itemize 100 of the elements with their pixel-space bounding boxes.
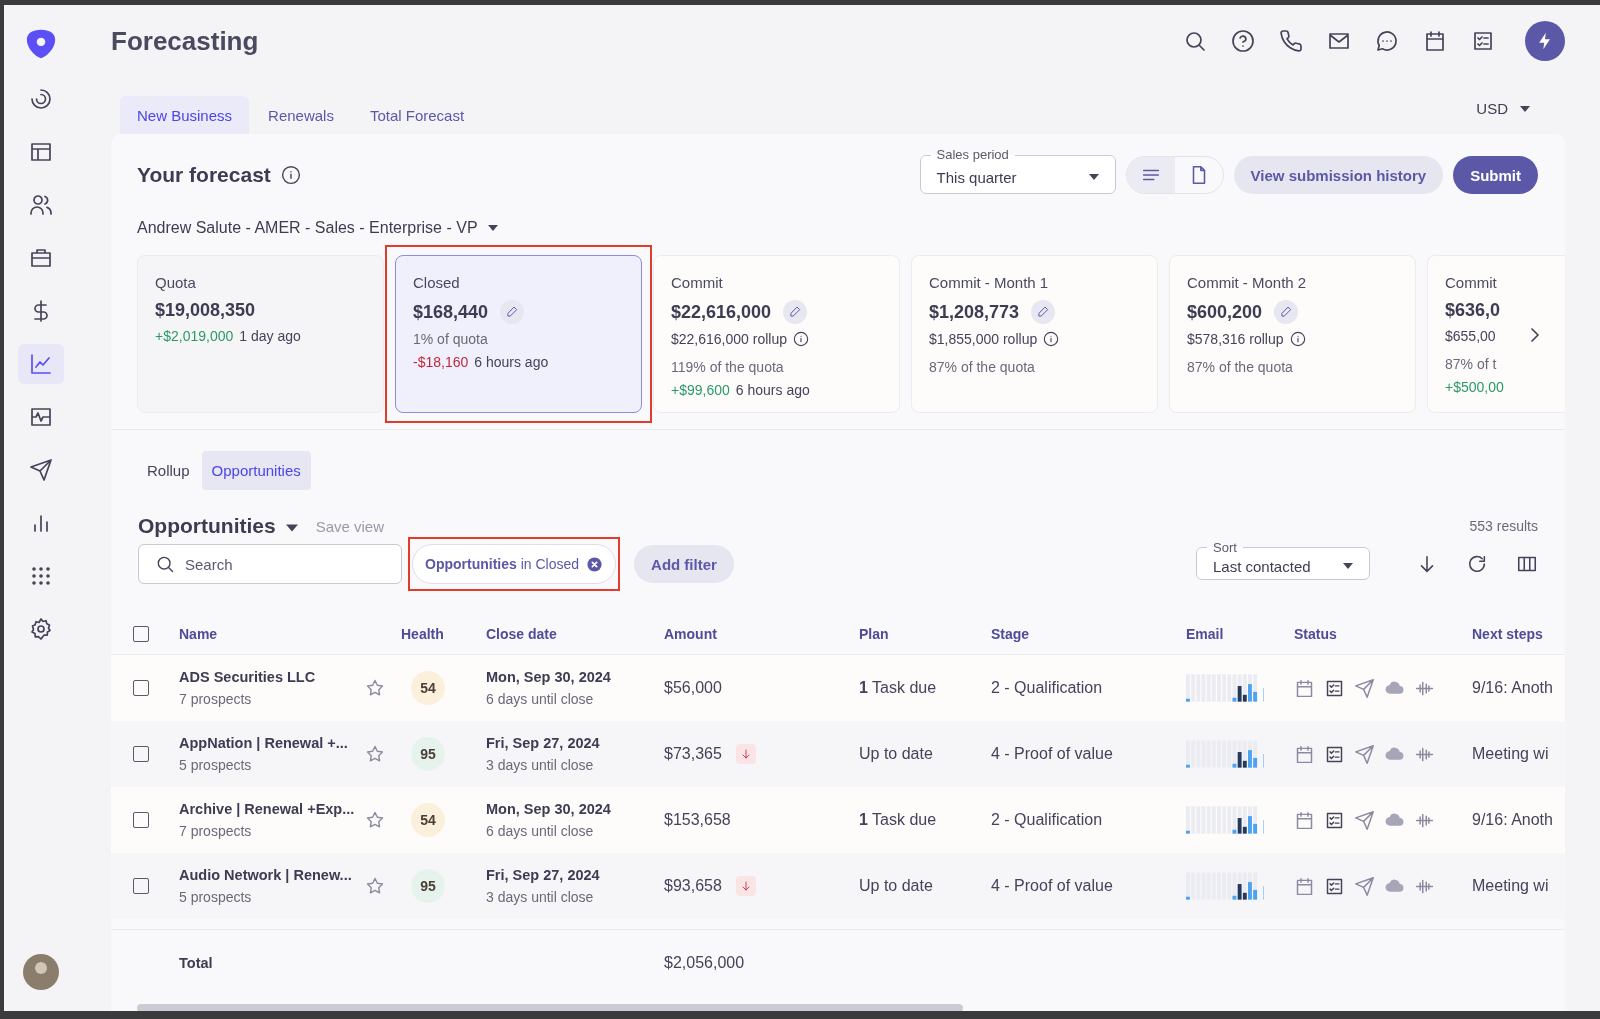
scrollbar[interactable] — [137, 1004, 963, 1011]
health-score: 95 — [411, 869, 445, 903]
quota-note: 87% of the quota — [1187, 359, 1294, 375]
info-icon[interactable] — [793, 331, 809, 347]
stage: 2 - Qualification — [991, 679, 1104, 697]
info-icon[interactable] — [1289, 331, 1306, 347]
chart-icon — [29, 352, 53, 376]
card-label: Closed — [413, 274, 461, 291]
prospect-count: 5 prospects — [179, 757, 253, 773]
tab[interactable]: Opportunities — [201, 451, 311, 490]
edit-button[interactable] — [1031, 300, 1056, 324]
forecast-card[interactable]: Commit - Month 1 $1,208,773 $1,855,000 rollup 87% of the quota — [911, 255, 1158, 413]
forecast-card[interactable]: Closed $168,440 1% of quota -$18,160 6 hours ago — [395, 255, 642, 413]
column-header[interactable]: Status — [1294, 626, 1472, 642]
phone-icon[interactable] — [1279, 29, 1303, 53]
edit-button[interactable] — [1274, 300, 1299, 324]
submit-button[interactable]: Submit — [1453, 156, 1538, 194]
amount: $93,658 — [664, 877, 722, 895]
opportunity-name[interactable]: Archive | Renewal +Exp... — [179, 801, 365, 817]
tab[interactable]: Total Forecast — [352, 96, 482, 134]
row-checkbox[interactable] — [133, 680, 149, 696]
pencil-icon — [1036, 305, 1051, 319]
currency-select[interactable]: USD — [1476, 100, 1530, 117]
quick-actions-button[interactable] — [1525, 21, 1565, 61]
column-header[interactable]: Stage — [991, 626, 1186, 642]
column-header[interactable]: Amount — [664, 626, 859, 642]
paper-plane-icon[interactable] — [1354, 677, 1375, 699]
pencil-icon — [1279, 305, 1294, 319]
filter-chip[interactable]: Opportunities in Closed — [412, 544, 617, 584]
forecast-card[interactable]: Commit $22,616,000 $22,616,000 rollup 119% of the quota +$99,600 6 hours ago — [653, 255, 900, 413]
card-value: $1,208,773 — [929, 301, 1020, 323]
close-date: Fri, Sep 27, 2024 — [486, 867, 601, 883]
health-score: 95 — [411, 737, 445, 771]
column-header[interactable]: Close date — [486, 626, 664, 642]
search-field[interactable]: Search — [138, 544, 402, 584]
pulse-icon — [29, 405, 53, 429]
avatar[interactable] — [23, 954, 59, 990]
owner-select[interactable]: Andrew Salute - AMER - Sales - Enterprise - VP — [137, 219, 498, 237]
card-value: $19,008,350 — [155, 300, 256, 321]
change-amount: +$99,600 — [671, 382, 730, 398]
days-until-close: 3 days until close — [486, 889, 595, 905]
tab[interactable]: Renewals — [251, 96, 351, 134]
column-header[interactable]: Email — [1186, 626, 1294, 642]
column-header[interactable]: Next steps — [1472, 626, 1562, 642]
row-checkbox[interactable] — [133, 746, 149, 762]
sales-period-select[interactable]: Sales period This quarter — [919, 147, 1116, 194]
info-icon[interactable] — [1043, 331, 1060, 347]
search-icon[interactable] — [1183, 29, 1207, 53]
briefcase-icon — [29, 246, 53, 270]
table-row[interactable]: Archive | Renewal +Exp... 7 prospects 54 Mon, Sep 30, 2024 6 days until close $153,658 1 Task due 2 - Qualification 9/16: Anoth — [111, 787, 1565, 853]
paper-plane-icon[interactable] — [1354, 875, 1375, 897]
star-icon[interactable] — [365, 876, 385, 896]
column-header[interactable]: Health — [401, 626, 486, 642]
caret-icon[interactable] — [285, 524, 298, 532]
opportunity-name[interactable]: AppNation | Renewal +... — [179, 735, 365, 751]
row-checkbox[interactable] — [133, 878, 149, 894]
quota-note: 1% of quota — [413, 331, 489, 347]
select-all-checkbox[interactable] — [133, 626, 149, 642]
days-until-close: 6 days until close — [486, 823, 595, 839]
paper-plane-icon[interactable] — [1354, 743, 1375, 765]
list-view-button[interactable] — [1126, 157, 1175, 193]
info-icon[interactable] — [280, 165, 301, 185]
checklist-icon[interactable] — [1471, 29, 1495, 53]
stage: 4 - Proof of value — [991, 877, 1114, 895]
star-icon[interactable] — [365, 744, 385, 764]
quota-note: 87% of t — [1445, 356, 1498, 372]
help-icon[interactable] — [1231, 29, 1255, 53]
calendar-icon[interactable] — [1423, 29, 1447, 53]
tab[interactable]: New Business — [120, 96, 250, 134]
rollup-value: $655,00 — [1445, 328, 1496, 344]
opportunity-name[interactable]: Audio Network | Renew... — [179, 867, 365, 883]
sidebar-item[interactable] — [18, 344, 64, 384]
column-header[interactable]: Name — [179, 626, 365, 642]
edit-button[interactable] — [500, 300, 525, 324]
change-time: 1 day ago — [239, 328, 301, 344]
history-button[interactable]: View submission history — [1233, 156, 1444, 194]
tab[interactable]: Rollup — [137, 451, 200, 490]
edit-button[interactable] — [783, 300, 808, 324]
plan-status: Up to date — [859, 877, 934, 895]
forecast-card[interactable]: Quota $19,008,350 +$2,019,000 1 day ago — [137, 255, 384, 413]
forecast-card[interactable]: Commit $636,0 $655,00 87% of t +$500,00 — [1427, 255, 1565, 413]
table-row[interactable]: ADS Securities LLC 7 prospects 54 Mon, Sep 30, 2024 6 days until close $56,000 1 Task due 2 - Qualification 9/16: Anoth — [111, 655, 1565, 721]
paper-plane-icon[interactable] — [1354, 809, 1375, 831]
forecast-card[interactable]: Commit - Month 2 $600,200 $578,316 rollup 87% of the quota — [1169, 255, 1416, 413]
search-icon — [155, 554, 175, 574]
star-icon[interactable] — [365, 810, 385, 830]
close-date: Mon, Sep 30, 2024 — [486, 801, 612, 817]
close-icon[interactable] — [586, 555, 604, 573]
opportunity-name[interactable]: ADS Securities LLC — [179, 669, 365, 685]
chat-icon[interactable] — [1375, 29, 1399, 53]
caret-icon — [487, 225, 498, 231]
column-header[interactable]: Plan — [859, 626, 991, 642]
stage: 4 - Proof of value — [991, 745, 1114, 763]
star-icon[interactable] — [365, 678, 385, 698]
logo[interactable] — [24, 27, 58, 61]
refresh-icon[interactable] — [1466, 553, 1488, 575]
row-checkbox[interactable] — [133, 812, 149, 828]
add-filter-button[interactable]: Add filter — [634, 545, 734, 583]
card-label: Commit — [671, 274, 724, 291]
close-date: Fri, Sep 27, 2024 — [486, 735, 601, 751]
